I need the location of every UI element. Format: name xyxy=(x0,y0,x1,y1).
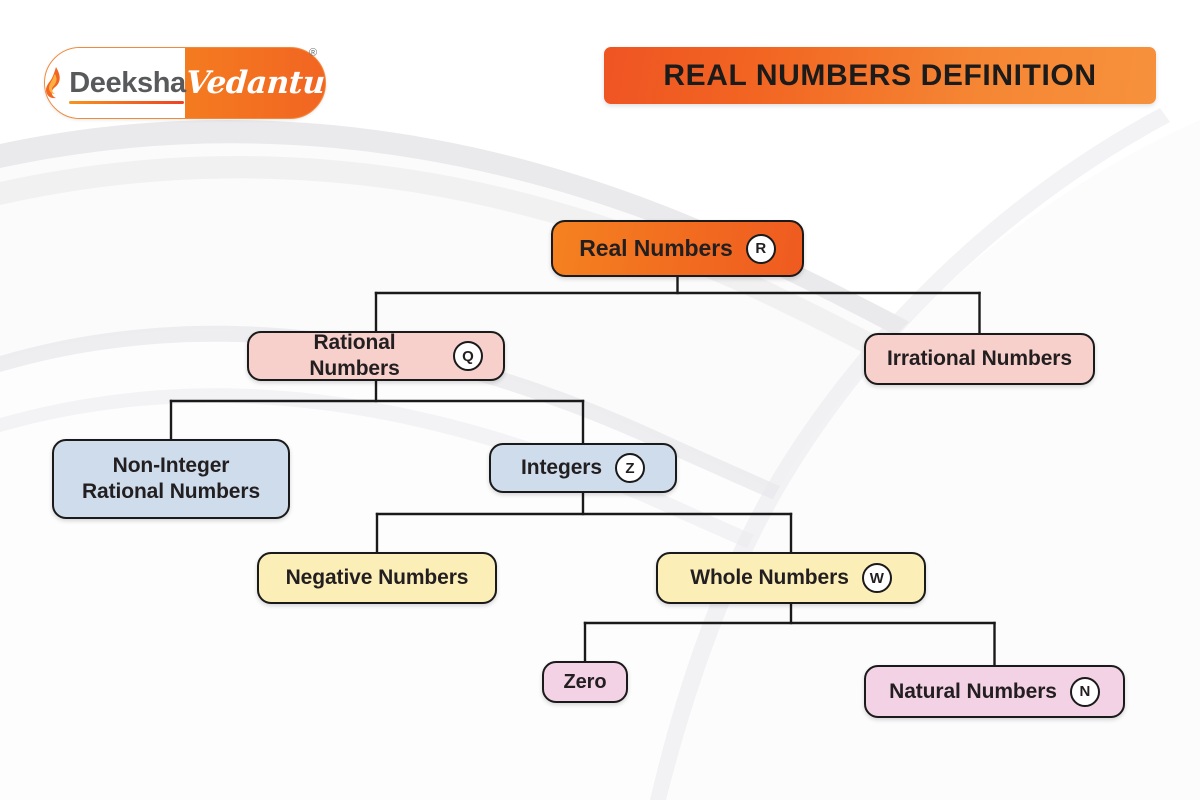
tree-node-symbol-badge: W xyxy=(861,563,892,593)
tree-node-label: Irrational Numbers xyxy=(887,347,1072,371)
infographic-canvas: Deeksha Vedantu ® REAL NUMBERS DEFINITIO… xyxy=(0,0,1200,800)
tree-node-irrational[interactable]: Irrational Numbers xyxy=(864,333,1095,385)
tree-node-noninteger[interactable]: Non-Integer Rational Numbers xyxy=(52,439,290,519)
tree-node-natural[interactable]: Natural Numbers N xyxy=(864,665,1125,718)
tree-node-integers[interactable]: Integers Z xyxy=(489,443,677,493)
tree-node-symbol-badge: Z xyxy=(614,453,645,483)
tree-node-symbol-badge: N xyxy=(1069,676,1100,707)
tree-node-symbol-badge: Q xyxy=(453,341,483,371)
tree-node-rational[interactable]: Rational Numbers Q xyxy=(247,331,505,381)
tree-node-symbol-badge: R xyxy=(745,233,776,264)
tree-node-label: Integers xyxy=(521,456,602,480)
tree-node-label: Rational Numbers xyxy=(309,331,400,380)
tree-node-label: Whole Numbers xyxy=(690,566,849,590)
tree-node-label: Non-Integer Rational Numbers xyxy=(81,454,261,503)
tree-node-real[interactable]: Real Numbers R xyxy=(551,220,804,277)
tree-node-label: Negative Numbers xyxy=(285,566,469,590)
tree-node-whole[interactable]: Whole Numbers W xyxy=(656,552,926,604)
tree-node-zero[interactable]: Zero xyxy=(542,661,628,703)
tree-node-label: Real Numbers xyxy=(579,235,733,262)
tree-node-negative[interactable]: Negative Numbers xyxy=(257,552,497,604)
tree-node-label: Zero xyxy=(563,670,607,693)
tree-node-label: Natural Numbers xyxy=(889,679,1057,703)
